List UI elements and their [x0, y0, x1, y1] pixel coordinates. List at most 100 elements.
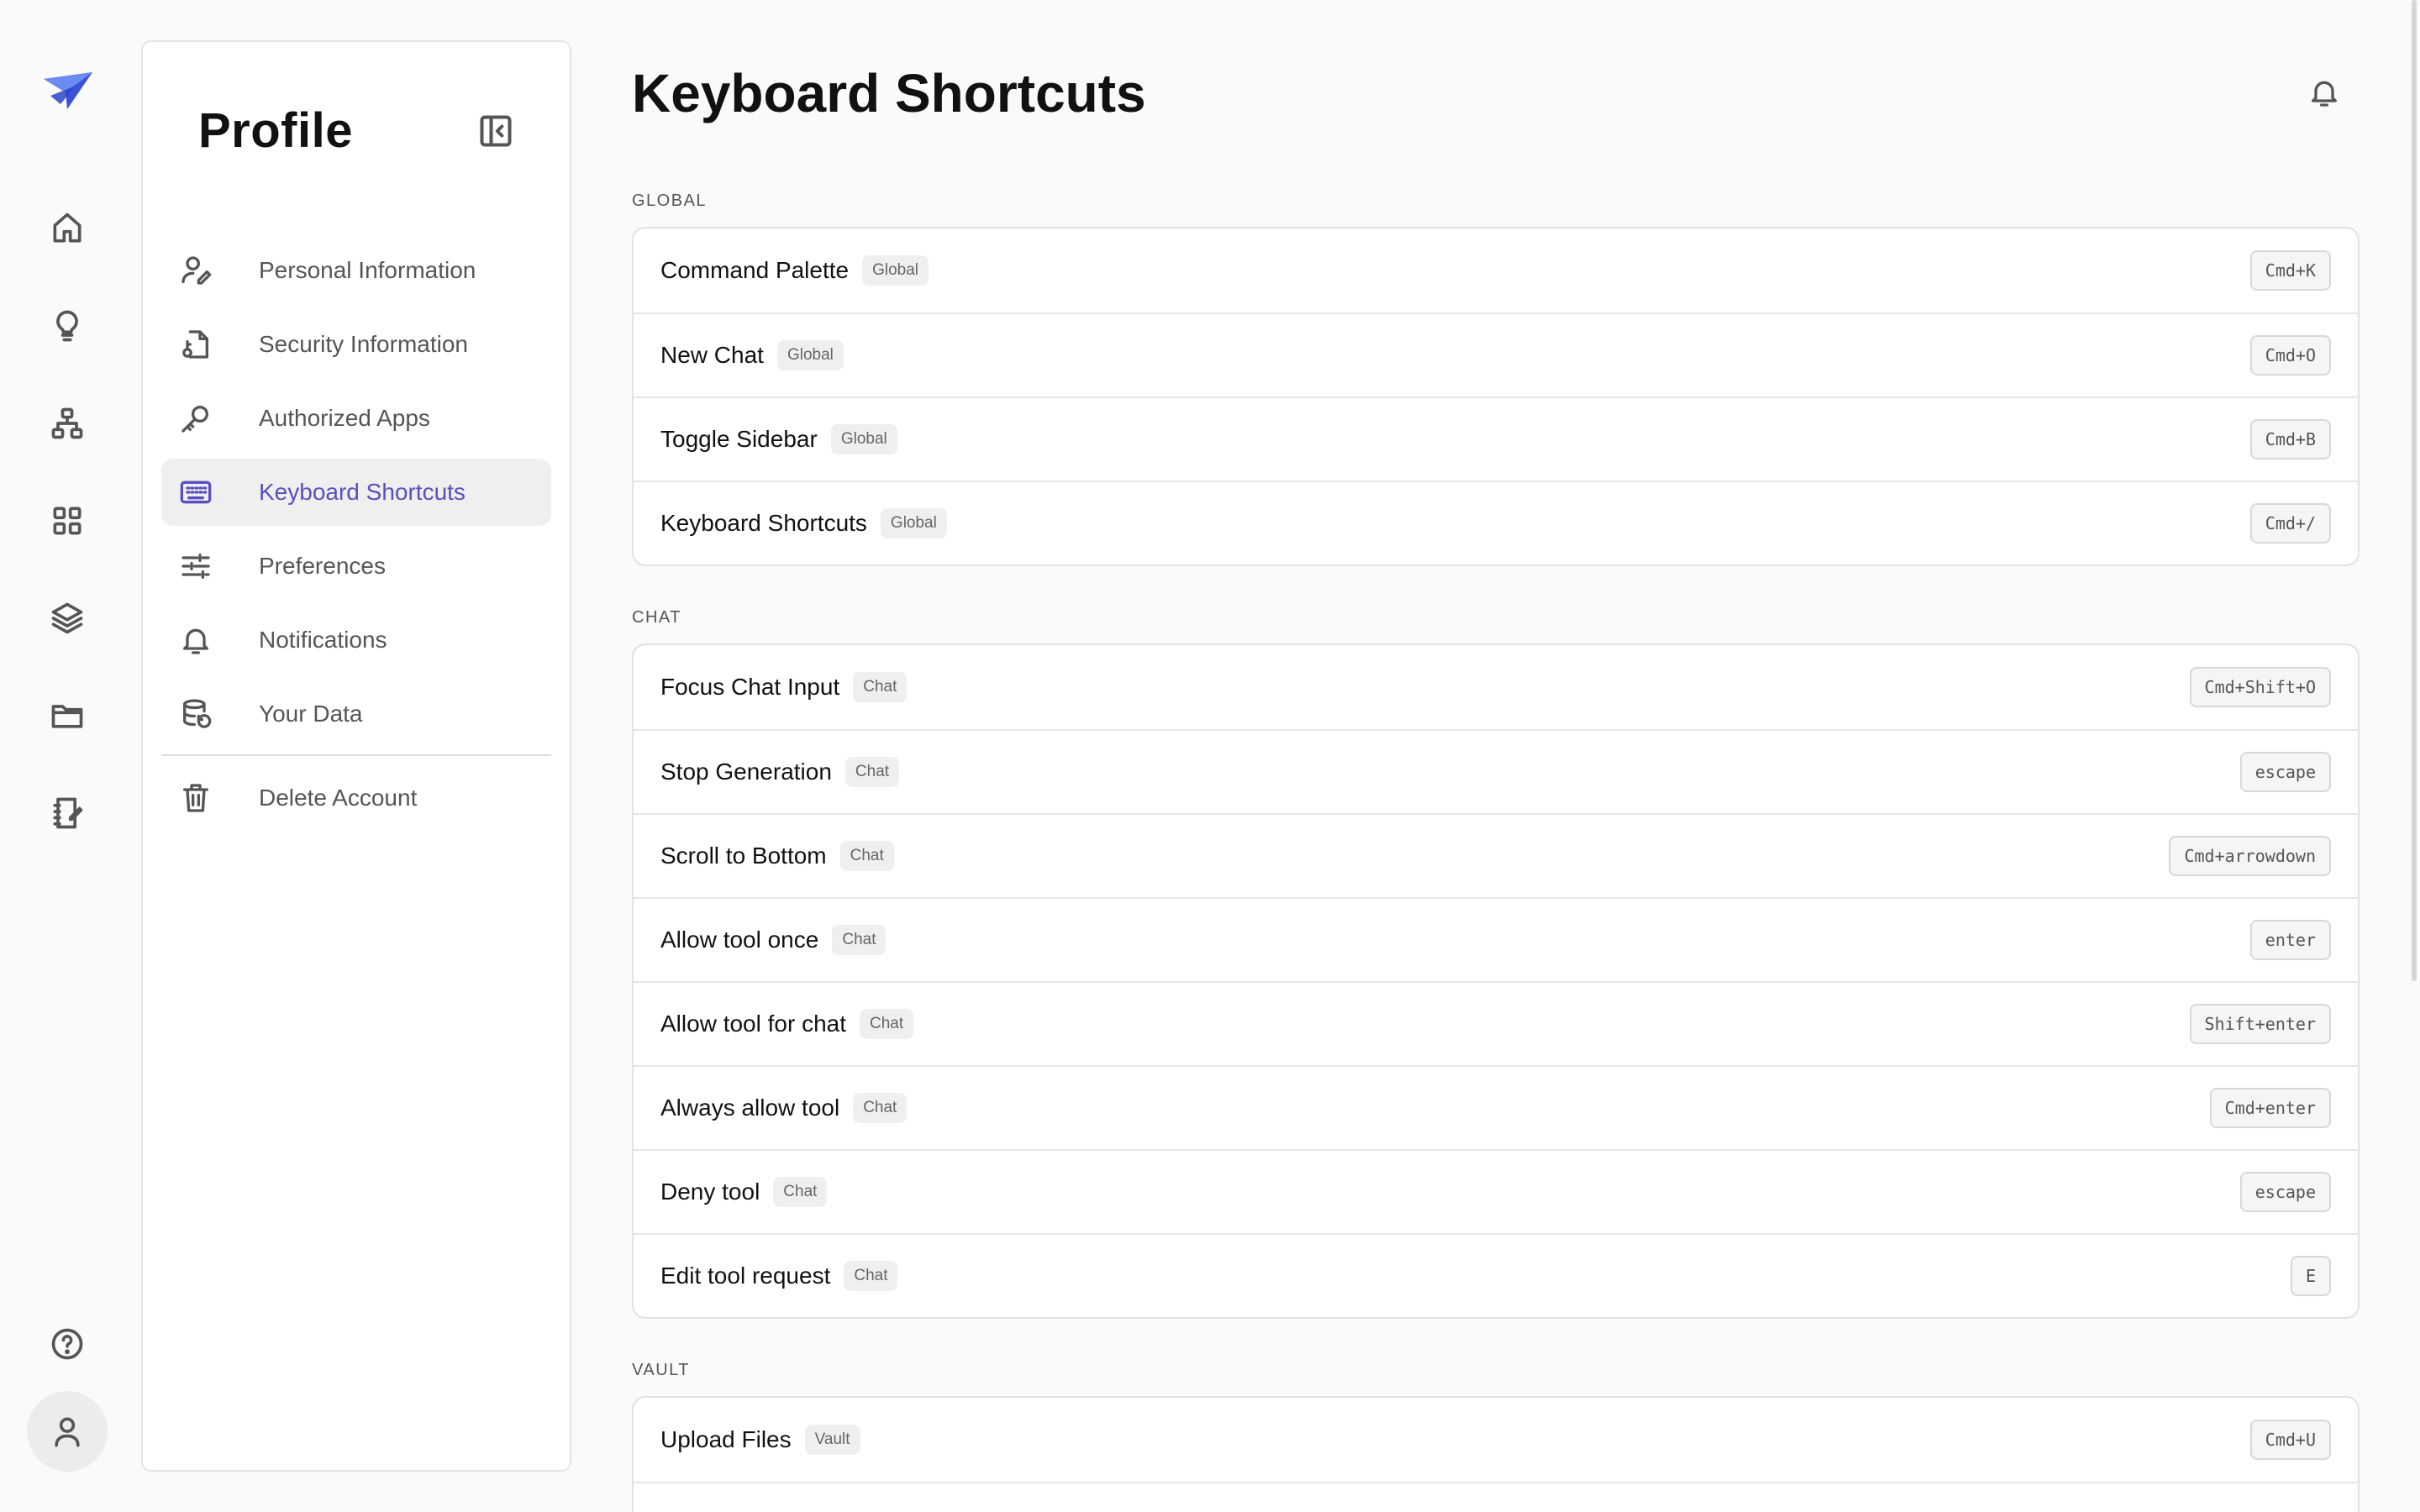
notification-bell-icon[interactable] — [2304, 72, 2344, 113]
app-window: Profile Personal Information Security In… — [0, 0, 2420, 1512]
home-icon[interactable] — [34, 195, 101, 262]
help-icon[interactable] — [34, 1310, 101, 1378]
shortcut-card-global: Command Palette Global Cmd+K New Chat Gl… — [632, 227, 2360, 566]
menu-item-personal-information[interactable]: Personal Information — [161, 237, 551, 304]
shortcut-label: Edit tool request — [660, 1263, 831, 1289]
menu-item-label: Notifications — [259, 627, 387, 653]
shortcut-row[interactable]: New Chat Global Cmd+O — [634, 312, 2358, 396]
sitemap-icon[interactable] — [34, 390, 101, 457]
menu-item-label: Delete Account — [259, 785, 418, 811]
notebook-icon[interactable] — [34, 780, 101, 847]
shortcut-key[interactable]: Cmd+enter — [2209, 1088, 2331, 1128]
shortcut-card-vault: Upload Files Vault Cmd+U — [632, 1396, 2360, 1512]
keyboard-icon — [178, 475, 213, 510]
shortcut-scope-badge: Chat — [839, 841, 894, 871]
page-scrollbar[interactable] — [2407, 0, 2420, 1512]
shortcut-row[interactable]: Edit tool request Chat E — [634, 1233, 2358, 1317]
shortcut-key[interactable]: Shift+enter — [2189, 1004, 2331, 1044]
shortcut-label: Allow tool once — [660, 927, 819, 953]
shortcut-scope-badge: Chat — [853, 1093, 908, 1123]
shortcut-row[interactable]: Focus Chat Input Chat Cmd+Shift+O — [634, 645, 2358, 729]
shortcut-row[interactable]: Stop Generation Chat escape — [634, 729, 2358, 813]
shortcut-scope-badge: Chat — [844, 1261, 898, 1291]
shortcut-key[interactable]: Cmd+O — [2249, 335, 2331, 375]
shortcut-row[interactable]: Allow tool once Chat enter — [634, 897, 2358, 981]
shortcut-label: Always allow tool — [660, 1095, 840, 1121]
shortcut-row[interactable]: Command Palette Global Cmd+K — [634, 228, 2358, 312]
shortcut-scope-badge: Chat — [832, 925, 886, 955]
shortcut-key[interactable]: Cmd+Shift+O — [2189, 667, 2331, 707]
profile-panel: Profile Personal Information Security In… — [141, 40, 571, 1472]
shortcut-key[interactable]: E — [2290, 1256, 2331, 1296]
bell-icon — [178, 622, 213, 658]
shortcut-key[interactable]: escape — [2239, 1172, 2331, 1212]
shortcut-row[interactable]: Allow tool for chat Chat Shift+enter — [634, 981, 2358, 1065]
user-edit-icon — [178, 253, 213, 288]
shortcut-row[interactable]: Toggle Sidebar Global Cmd+B — [634, 396, 2358, 480]
menu-item-authorized-apps[interactable]: Authorized Apps — [161, 385, 551, 452]
shortcut-label: Upload Files — [660, 1426, 792, 1452]
shortcut-row[interactable]: Always allow tool Chat Cmd+enter — [634, 1065, 2358, 1149]
lightbulb-icon[interactable] — [34, 292, 101, 360]
shortcut-label: Scroll to Bottom — [660, 843, 827, 869]
scrollbar-thumb[interactable] — [2412, 0, 2417, 981]
menu-divider — [161, 754, 551, 756]
shortcut-key[interactable]: Cmd+B — [2249, 419, 2331, 459]
folder-icon[interactable] — [34, 682, 101, 749]
shortcut-scope-badge: Chat — [773, 1177, 828, 1207]
section-label-global: GLOBAL — [632, 192, 708, 210]
section-label-vault: VAULT — [632, 1361, 690, 1379]
shortcut-label: New Chat — [660, 342, 764, 368]
shortcut-row-partial[interactable] — [634, 1482, 2358, 1512]
shortcut-row[interactable]: Upload Files Vault Cmd+U — [634, 1398, 2358, 1482]
shortcut-scope-badge: Vault — [804, 1425, 860, 1455]
shortcut-label: Deny tool — [660, 1179, 760, 1205]
shortcut-label: Stop Generation — [660, 759, 832, 785]
page-title: Keyboard Shortcuts — [632, 63, 1146, 123]
menu-item-label: Preferences — [259, 553, 386, 579]
profile-menu: Personal Information Security Informatio… — [161, 237, 551, 838]
shortcut-key[interactable]: Cmd+arrowdown — [2169, 836, 2331, 876]
menu-item-label: Authorized Apps — [259, 405, 430, 431]
panel-title: Profile — [198, 103, 353, 158]
menu-item-notifications[interactable]: Notifications — [161, 606, 551, 674]
grid-icon[interactable] — [34, 487, 101, 554]
menu-item-preferences[interactable]: Preferences — [161, 533, 551, 600]
menu-item-your-data[interactable]: Your Data — [161, 680, 551, 748]
menu-item-label: Your Data — [259, 701, 363, 727]
shortcut-scope-badge: Global — [880, 508, 947, 538]
shortcut-label: Keyboard Shortcuts — [660, 510, 867, 536]
collapse-sidebar-icon[interactable] — [476, 111, 516, 151]
file-key-icon — [178, 327, 213, 362]
shortcut-label: Toggle Sidebar — [660, 426, 818, 452]
section-label-chat: CHAT — [632, 608, 681, 627]
shortcut-key[interactable]: Cmd+/ — [2249, 503, 2331, 543]
menu-item-keyboard-shortcuts[interactable]: Keyboard Shortcuts — [161, 459, 551, 526]
left-rail — [0, 0, 134, 1512]
menu-item-label: Keyboard Shortcuts — [259, 479, 466, 505]
menu-item-security-information[interactable]: Security Information — [161, 311, 551, 378]
main-content: Keyboard Shortcuts GLOBAL Command Palett… — [632, 0, 2360, 1512]
shortcut-label: Allow tool for chat — [660, 1011, 846, 1037]
shortcut-key[interactable]: Cmd+K — [2249, 250, 2331, 291]
shortcut-key[interactable]: escape — [2239, 752, 2331, 792]
shortcut-row[interactable]: Scroll to Bottom Chat Cmd+arrowdown — [634, 813, 2358, 897]
shortcut-key[interactable]: enter — [2249, 920, 2331, 960]
shortcut-label: Command Palette — [660, 257, 850, 283]
logo-icon[interactable] — [42, 71, 94, 113]
menu-item-label: Security Information — [259, 331, 468, 357]
shortcut-scope-badge: Global — [830, 424, 897, 454]
shortcut-key[interactable]: Cmd+U — [2249, 1420, 2331, 1460]
trash-icon — [178, 780, 213, 816]
shortcut-scope-badge: Chat — [844, 757, 900, 787]
shortcut-scope-badge: Chat — [853, 672, 908, 702]
menu-item-label: Personal Information — [259, 257, 476, 283]
layers-icon[interactable] — [34, 585, 101, 652]
shortcut-row[interactable]: Keyboard Shortcuts Global Cmd+/ — [634, 480, 2358, 564]
sliders-icon — [178, 549, 213, 584]
shortcut-row[interactable]: Deny tool Chat escape — [634, 1149, 2358, 1233]
shortcut-card-chat: Focus Chat Input Chat Cmd+Shift+O Stop G… — [632, 643, 2360, 1319]
key-icon — [178, 401, 213, 436]
menu-item-delete-account[interactable]: Delete Account — [161, 764, 551, 832]
user-icon[interactable] — [27, 1391, 108, 1472]
